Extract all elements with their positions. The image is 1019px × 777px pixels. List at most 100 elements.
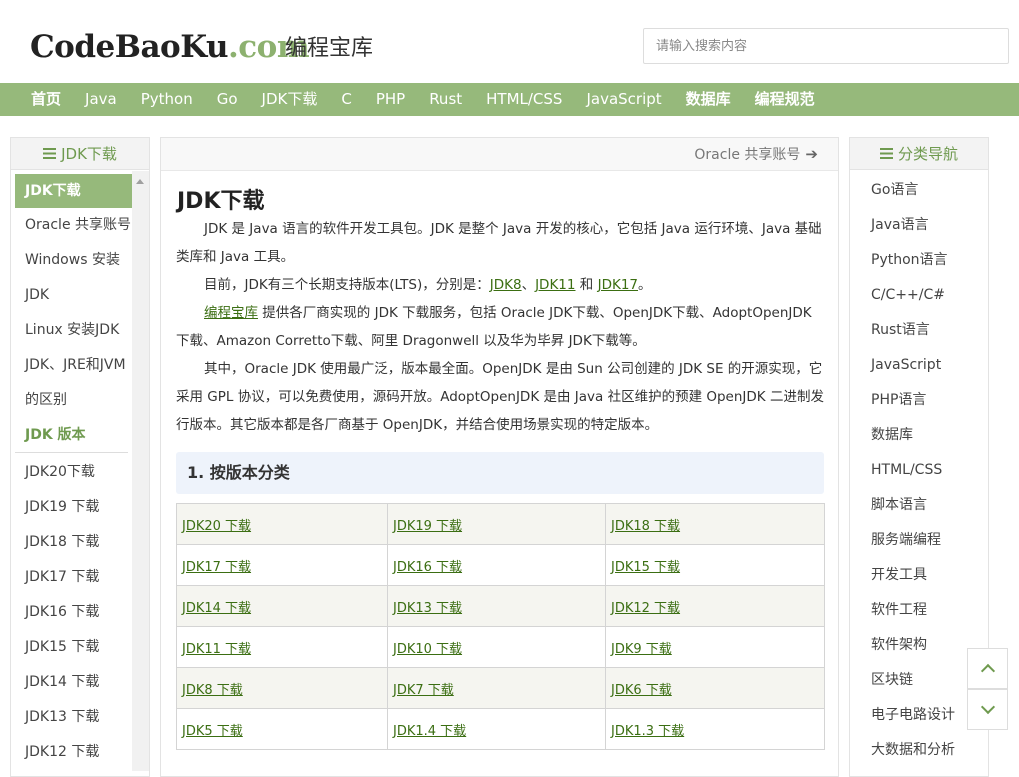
category-item-c-cpp-csharp[interactable]: C/C++/C# [871, 278, 955, 313]
sidebar-item-jdk-jre-jvm[interactable]: JDK、JRE和JVM [15, 348, 133, 383]
category-item-software-architecture[interactable]: 软件架构 [871, 628, 955, 663]
category-item-rust[interactable]: Rust语言 [871, 313, 955, 348]
category-item-java[interactable]: Java语言 [871, 208, 955, 243]
jdk8-download-link[interactable]: JDK8 下载 [182, 683, 243, 698]
nav-item-html-css[interactable]: HTML/CSS [474, 83, 574, 116]
sidebar-item-jdk16[interactable]: JDK16 下载 [15, 595, 133, 630]
sidebar-item-windows-install-cont[interactable]: JDK [15, 278, 133, 313]
table-row: JDK11 下载 JDK10 下载 JDK9 下载 [176, 626, 825, 668]
jdk12-download-link[interactable]: JDK12 下载 [611, 601, 680, 616]
jdk15-download-link[interactable]: JDK15 下载 [611, 560, 680, 575]
table-cell: JDK12 下载 [605, 585, 825, 627]
sidebar-item-jdk12[interactable]: JDK12 下载 [15, 735, 133, 770]
category-item-software-engineering[interactable]: 软件工程 [871, 593, 955, 628]
category-item-blockchain[interactable]: 区块链 [871, 663, 955, 698]
category-item-dev-tools[interactable]: 开发工具 [871, 558, 955, 593]
jdk20-download-link[interactable]: JDK20 下载 [182, 519, 251, 534]
sidebar-item-jdk15[interactable]: JDK15 下载 [15, 630, 133, 665]
table-cell: JDK16 下载 [387, 544, 606, 586]
oracle-account-link[interactable]: Oracle 共享账号 ➔ [694, 144, 818, 164]
nav-item-database[interactable]: 数据库 [674, 83, 743, 116]
jdk5-download-link[interactable]: JDK5 下载 [182, 724, 243, 739]
sidebar-item-windows-install[interactable]: Windows 安装 [15, 243, 133, 278]
category-item-javascript[interactable]: JavaScript [871, 348, 955, 383]
nav-item-coding-standards[interactable]: 编程规范 [743, 83, 827, 116]
jdk1-4-download-link[interactable]: JDK1.4 下载 [393, 724, 466, 739]
jdk1-3-download-link[interactable]: JDK1.3 下载 [611, 724, 684, 739]
intro-paragraph: JDK 是 Java 语言的软件开发工具包。JDK 是整个 Java 开发的核心… [176, 221, 822, 265]
sidebar-item-jdk17[interactable]: JDK17 下载 [15, 560, 133, 595]
nav-item-php[interactable]: PHP [364, 83, 417, 116]
left-sidebar-header: JDK下载 [11, 138, 149, 170]
main-content: Oracle 共享账号 ➔ JDK下载 JDK 是 Java 语言的软件开发工具包… [160, 137, 839, 777]
jdk11-download-link[interactable]: JDK11 下载 [182, 642, 251, 657]
jdk16-download-link[interactable]: JDK16 下载 [393, 560, 462, 575]
sidebar-item-jdk18[interactable]: JDK18 下载 [15, 525, 133, 560]
table-cell: JDK11 下载 [176, 626, 388, 668]
search-input[interactable] [643, 28, 1009, 64]
jdk7-download-link[interactable]: JDK7 下载 [393, 683, 454, 698]
sidebar-item-jdk13[interactable]: JDK13 下载 [15, 700, 133, 735]
table-cell: JDK1.4 下载 [387, 708, 606, 750]
category-item-python[interactable]: Python语言 [871, 243, 955, 278]
table-cell: JDK1.3 下载 [605, 708, 825, 750]
sidebar-item-jdk14[interactable]: JDK14 下载 [15, 665, 133, 700]
oracle-account-link-label: Oracle 共享账号 [694, 147, 801, 163]
category-item-scripting[interactable]: 脚本语言 [871, 488, 955, 523]
category-item-server[interactable]: 服务端编程 [871, 523, 955, 558]
jdk8-link[interactable]: JDK8 [490, 277, 522, 293]
category-item-database[interactable]: 数据库 [871, 418, 955, 453]
header: CodeBaoKu.com 编程宝库 [0, 0, 1019, 83]
codebaoku-link[interactable]: 编程宝库 [204, 305, 258, 321]
table-row: JDK8 下载 JDK7 下载 JDK6 下载 [176, 667, 825, 709]
jdk18-download-link[interactable]: JDK18 下载 [611, 519, 680, 534]
jdk17-download-link[interactable]: JDK17 下载 [182, 560, 251, 575]
lts-paragraph: 目前，JDK有三个长期支持版本(LTS)，分别是：JDK8、JDK11 和 JD… [176, 271, 824, 299]
nav-item-home[interactable]: 首页 [19, 83, 73, 116]
scroll-bottom-button[interactable] [967, 689, 1008, 730]
sidebar-item-jdk20[interactable]: JDK20下载 [15, 455, 133, 490]
jdk11-link[interactable]: JDK11 [535, 277, 575, 293]
jdk9-download-link[interactable]: JDK9 下载 [611, 642, 672, 657]
category-item-big-data[interactable]: 大数据和分析 [871, 733, 955, 768]
lts-sep-2: 和 [575, 277, 598, 293]
category-item-html-css[interactable]: HTML/CSS [871, 453, 955, 488]
table-cell: JDK19 下载 [387, 503, 606, 545]
jdk10-download-link[interactable]: JDK10 下载 [393, 642, 462, 657]
table-cell: JDK8 下载 [176, 667, 388, 709]
nav-item-go[interactable]: Go [205, 83, 250, 116]
sidebar-item-jdk-download[interactable]: JDK下载 [15, 174, 133, 208]
site-logo[interactable]: CodeBaoKu.com [30, 28, 310, 66]
table-cell: JDK18 下载 [605, 503, 825, 545]
nav-item-c[interactable]: C [329, 83, 363, 116]
nav-item-java[interactable]: Java [73, 83, 129, 116]
sidebar-item-linux-install[interactable]: Linux 安装JDK [15, 313, 133, 348]
nav-item-python[interactable]: Python [129, 83, 205, 116]
sidebar-item-jdk19[interactable]: JDK19 下载 [15, 490, 133, 525]
category-item-go[interactable]: Go语言 [871, 173, 955, 208]
category-item-circuit-design[interactable]: 电子电路设计 [871, 698, 955, 733]
sidebar-item-oracle-account[interactable]: Oracle 共享账号 [15, 208, 133, 243]
table-cell: JDK7 下载 [387, 667, 606, 709]
scroll-up-arrow-icon[interactable] [136, 179, 144, 184]
sidebar-item-jdk-jre-jvm-cont[interactable]: 的区别 [15, 383, 133, 418]
left-sidebar-scrollbar[interactable] [132, 171, 149, 771]
jdk19-download-link[interactable]: JDK19 下载 [393, 519, 462, 534]
nav-item-jdk[interactable]: JDK下载 [250, 83, 330, 116]
lts-text: 目前，JDK有三个长期支持版本(LTS)，分别是： [204, 277, 490, 293]
jdk17-link[interactable]: JDK17 [598, 277, 638, 293]
nav-item-rust[interactable]: Rust [417, 83, 474, 116]
left-sidebar-title: JDK下载 [61, 145, 117, 163]
jdk6-download-link[interactable]: JDK6 下载 [611, 683, 672, 698]
right-sidebar-header: 分类导航 [850, 138, 988, 170]
scroll-top-button[interactable] [967, 648, 1008, 689]
nav-item-javascript[interactable]: JavaScript [574, 83, 673, 116]
sidebar-category-jdk-versions: JDK 版本 [15, 418, 128, 453]
arrow-right-icon: ➔ [805, 145, 818, 163]
jdk14-download-link[interactable]: JDK14 下载 [182, 601, 251, 616]
table-cell: JDK20 下载 [176, 503, 388, 545]
logo-main: CodeBaoKu [30, 29, 229, 65]
jdk13-download-link[interactable]: JDK13 下载 [393, 601, 462, 616]
category-item-php[interactable]: PHP语言 [871, 383, 955, 418]
chevron-down-icon [980, 699, 995, 715]
